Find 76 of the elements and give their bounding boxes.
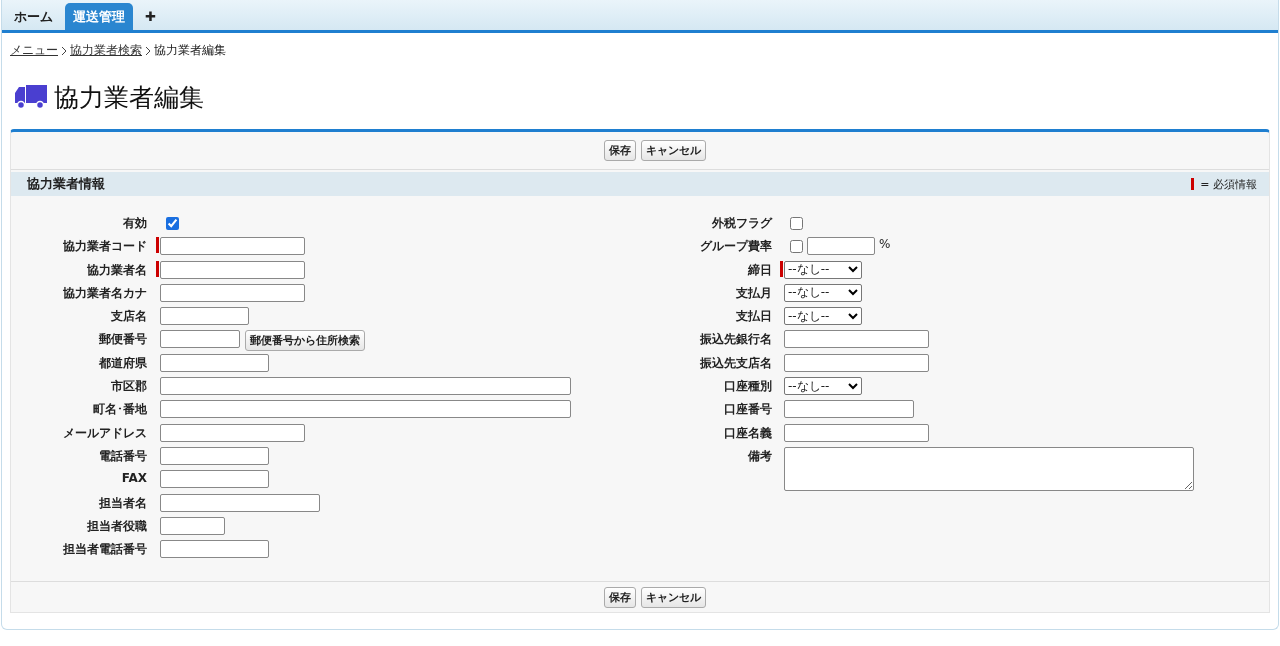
- input-field[interactable]: [160, 307, 249, 326]
- input-field[interactable]: [160, 237, 305, 256]
- input-field[interactable]: [784, 353, 929, 372]
- field-label: 担当者電話番号: [62, 541, 147, 559]
- input-field[interactable]: [160, 540, 269, 559]
- select-field[interactable]: --なし--: [784, 283, 862, 302]
- field-label: 担当者役職: [86, 517, 147, 535]
- field-label: 振込先銀行名: [699, 331, 772, 349]
- section-title: 協力業者情報: [27, 175, 105, 193]
- input-field[interactable]: [160, 283, 305, 302]
- caret-icon: [848, 382, 858, 390]
- select-field[interactable]: --なし--: [784, 260, 862, 279]
- field-label: 支店名: [110, 308, 147, 326]
- field-label: 電話番号: [98, 447, 147, 465]
- breadcrumb-current: 協力業者編集: [154, 42, 226, 59]
- field-label: 備考: [747, 447, 772, 465]
- input-field[interactable]: [160, 493, 320, 512]
- checkbox[interactable]: [790, 217, 803, 230]
- field-label: 郵便番号: [98, 331, 147, 349]
- field-label: 振込先支店名: [699, 354, 772, 372]
- select-field[interactable]: --なし--: [784, 307, 862, 326]
- truck-icon: [14, 83, 48, 111]
- page-title: 協力業者編集: [54, 81, 204, 114]
- address-search-button[interactable]: 郵便番号から住所検索: [245, 330, 365, 352]
- chevron-icon: [145, 45, 151, 56]
- form-button[interactable]: 保存: [604, 587, 636, 609]
- field-label: グループ費率: [699, 238, 772, 256]
- field-label: メールアドレス: [62, 424, 147, 442]
- caret-icon: [848, 312, 858, 320]
- field-label: 担当者名: [98, 494, 147, 512]
- input-field[interactable]: [160, 470, 269, 489]
- form-button[interactable]: キャンセル: [641, 140, 706, 161]
- input-field[interactable]: [160, 400, 571, 419]
- tab[interactable]: ✚: [137, 3, 164, 30]
- form-button[interactable]: キャンセル: [641, 587, 706, 609]
- field-label: 外税フラグ: [711, 215, 772, 232]
- field-label: 協力業者コード: [62, 238, 147, 256]
- caret-icon: [848, 289, 858, 297]
- field-label: 町名･番地: [92, 401, 147, 419]
- checkbox[interactable]: [166, 217, 179, 230]
- input-field[interactable]: [807, 237, 875, 256]
- input-field[interactable]: [784, 400, 914, 419]
- input-field[interactable]: [160, 330, 240, 349]
- breadcrumb-link[interactable]: メニュー: [10, 42, 58, 59]
- input-field[interactable]: [160, 260, 305, 279]
- unit-label: %: [879, 237, 891, 252]
- input-field[interactable]: [160, 353, 269, 372]
- legend-text: = 必須情報: [1200, 176, 1257, 192]
- caret-icon: [848, 266, 858, 274]
- chevron-icon: [61, 45, 67, 56]
- field-label: 有効: [122, 215, 147, 232]
- field-label: 支払日: [735, 308, 772, 326]
- input-field[interactable]: [160, 423, 305, 442]
- input-field[interactable]: [784, 423, 929, 442]
- field-label: 協力業者名: [86, 261, 147, 279]
- field-label: 締日: [747, 261, 772, 279]
- input-field[interactable]: [160, 516, 225, 535]
- select-field[interactable]: --なし--: [784, 377, 862, 396]
- input-field[interactable]: [160, 377, 571, 396]
- field-label: 都道府県: [98, 354, 147, 372]
- field-label: 支払月: [735, 284, 772, 302]
- field-label: FAX: [120, 470, 147, 488]
- checkbox[interactable]: [790, 240, 803, 254]
- field-label: 口座名義: [723, 424, 772, 442]
- field-label: 口座番号: [723, 401, 772, 419]
- tab[interactable]: 運送管理: [65, 3, 133, 30]
- field-label: 口座種別: [723, 378, 772, 396]
- input-field[interactable]: [784, 330, 929, 349]
- required-marker: [1191, 178, 1195, 190]
- field-label: 市区郡: [110, 378, 147, 396]
- form-button[interactable]: 保存: [604, 140, 636, 161]
- input-field[interactable]: [160, 446, 269, 465]
- breadcrumb-link[interactable]: 協力業者検索: [70, 42, 142, 59]
- notes-field[interactable]: [784, 446, 1194, 491]
- field-label: 協力業者名カナ: [62, 284, 147, 302]
- tab[interactable]: ホーム: [6, 3, 61, 30]
